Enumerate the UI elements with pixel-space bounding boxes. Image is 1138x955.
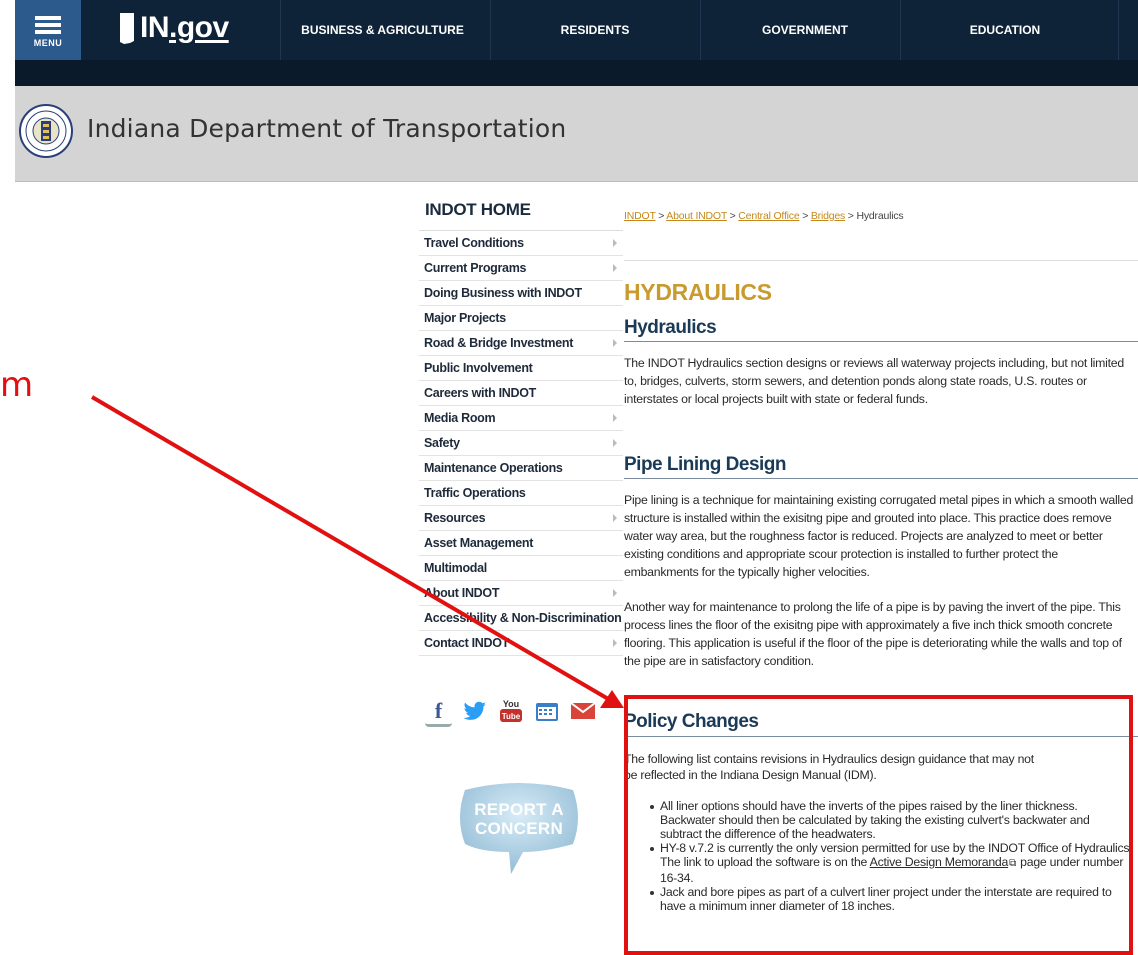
annotation-arrow-icon xyxy=(90,395,624,708)
